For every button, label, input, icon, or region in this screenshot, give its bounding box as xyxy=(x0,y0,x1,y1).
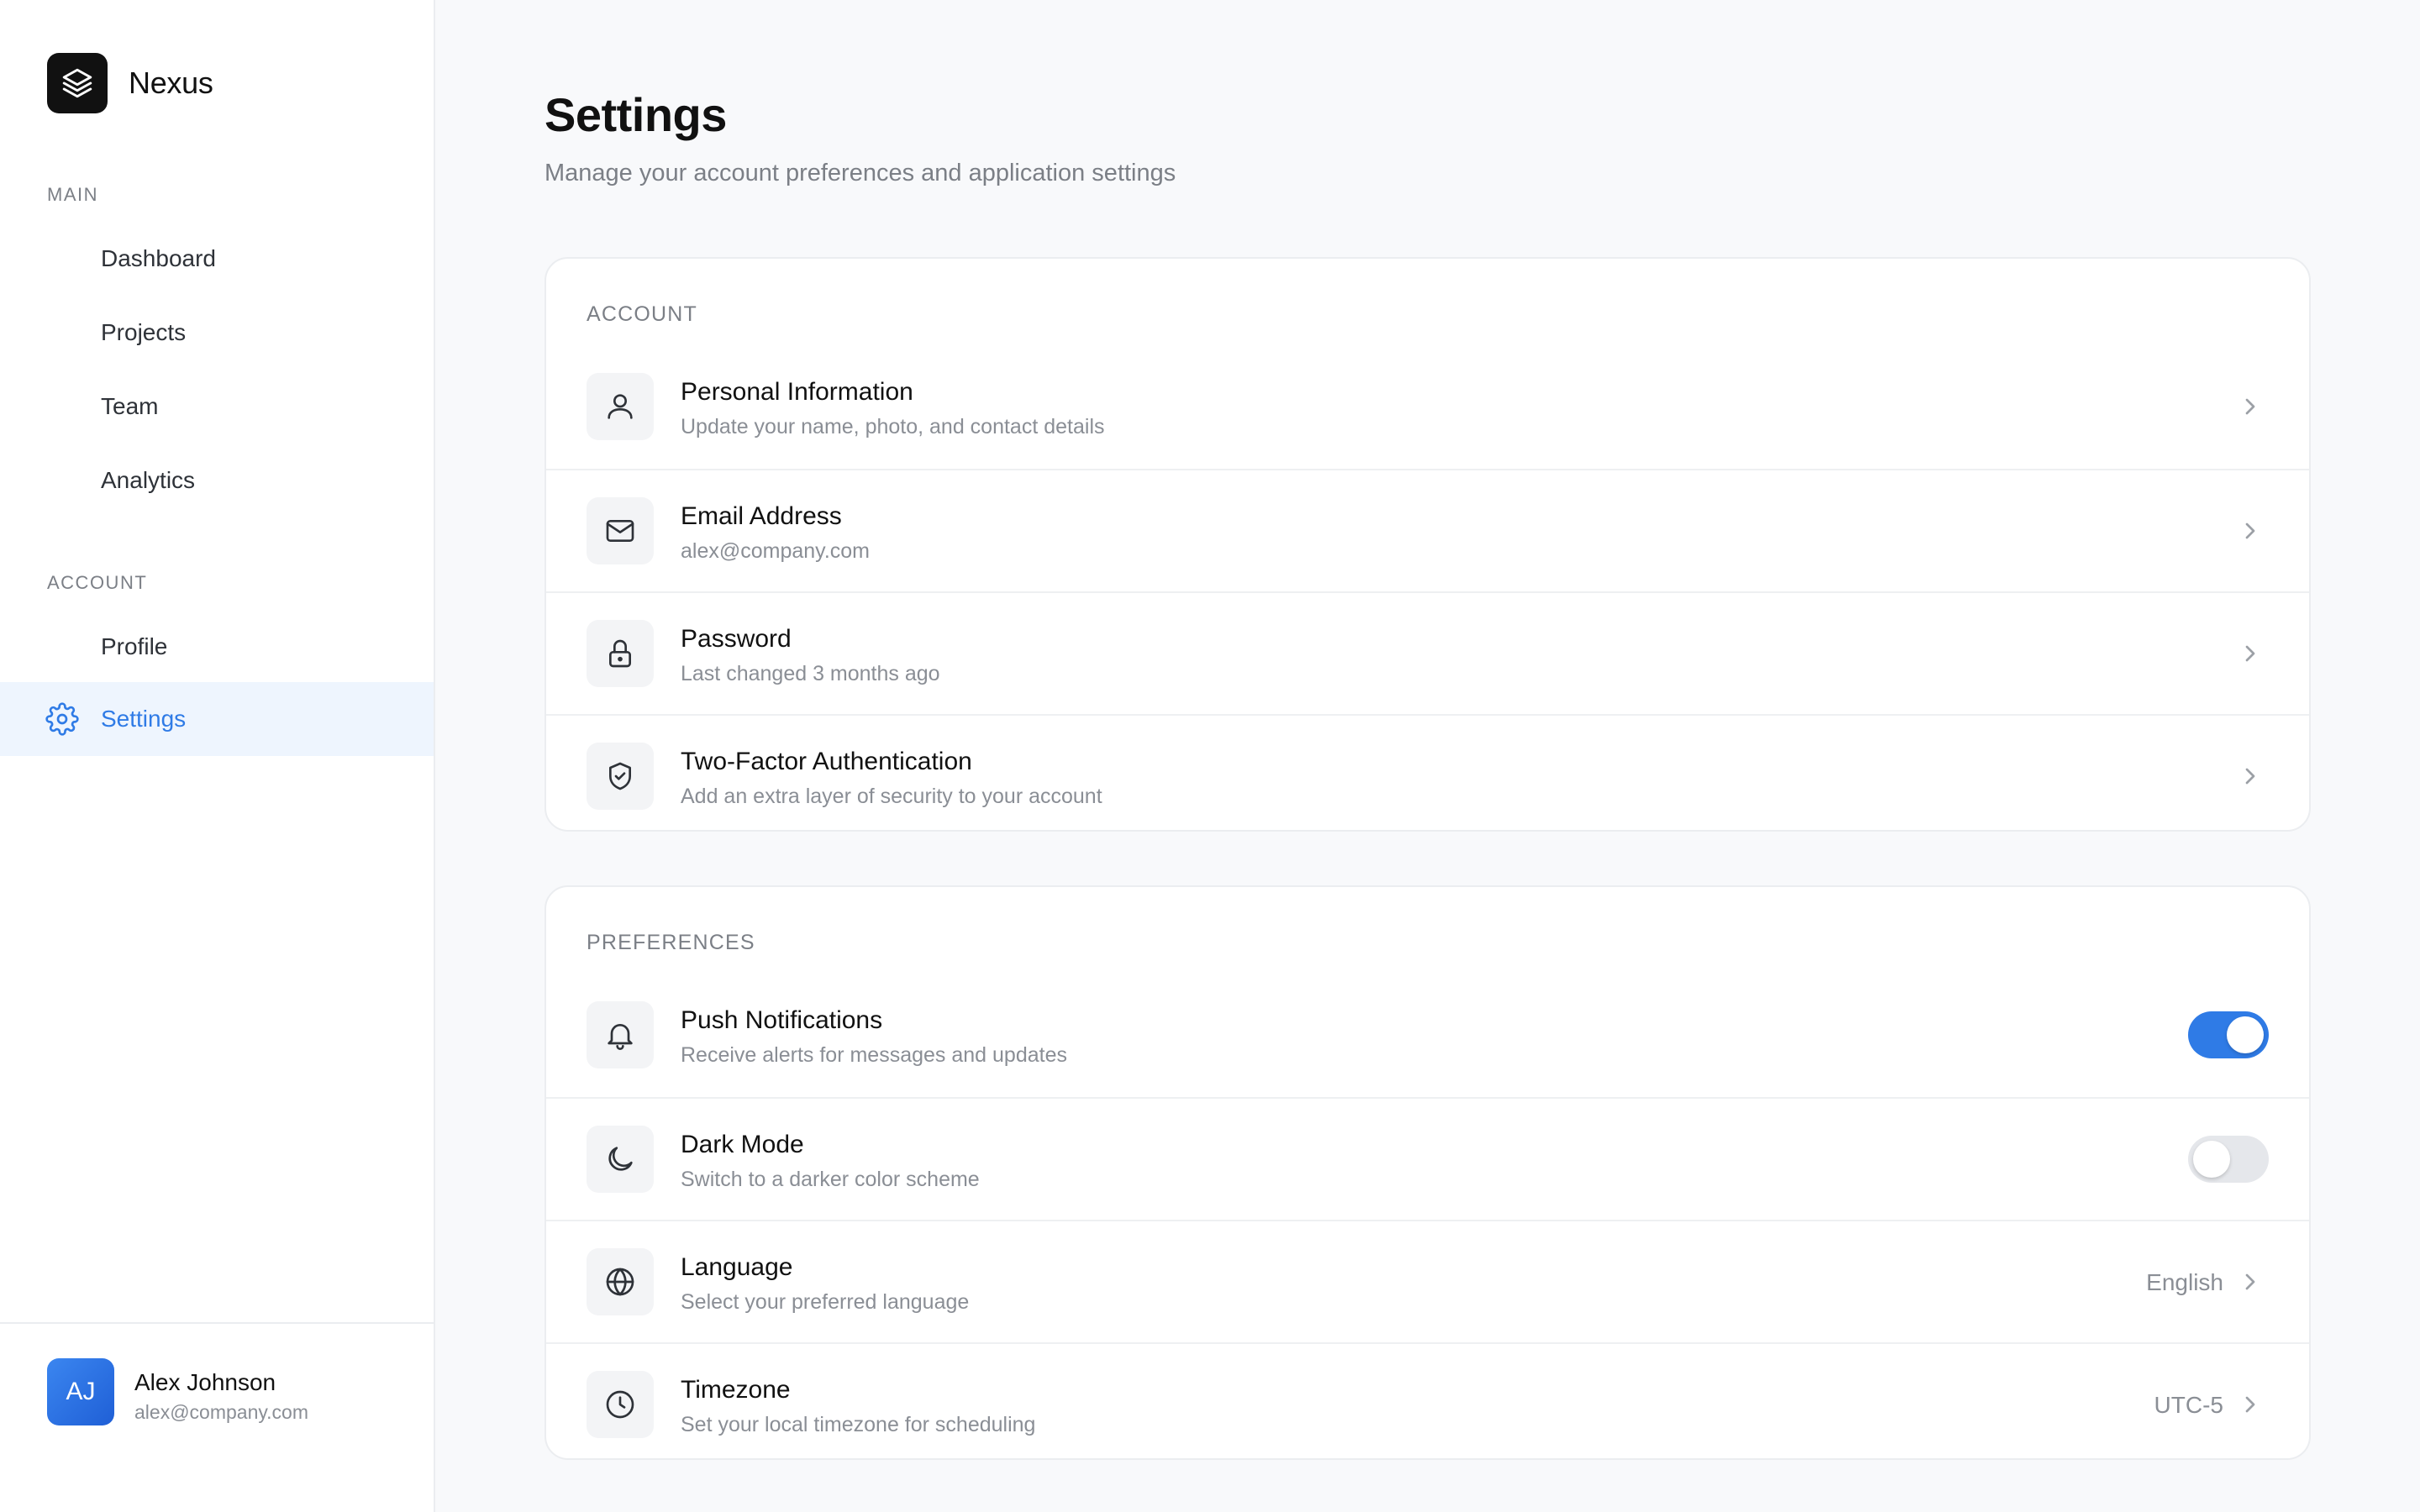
main-content: Settings Manage your account preferences… xyxy=(435,0,2420,1512)
sidebar-item-label: Settings xyxy=(101,706,187,732)
sidebar-item-label: Team xyxy=(101,393,159,419)
card-section-label: ACCOUNT xyxy=(587,302,698,326)
password-row[interactable]: Password Last changed 3 months ago xyxy=(546,591,2309,714)
row-description: Receive alerts for messages and updates xyxy=(681,1043,1067,1067)
chevron-right-icon xyxy=(2245,768,2255,785)
row-description: Switch to a darker color scheme xyxy=(681,1168,980,1191)
sidebar-item-settings[interactable]: Settings xyxy=(0,682,434,756)
bell-icon xyxy=(587,1001,654,1068)
row-title: Push Notifications xyxy=(681,1006,883,1034)
sidebar-item-projects[interactable]: Projects xyxy=(0,296,434,370)
globe-icon xyxy=(587,1248,654,1315)
push-notifications-toggle[interactable] xyxy=(2188,1011,2269,1058)
two-factor-authentication-row[interactable]: Two-Factor Authentication Add an extra l… xyxy=(546,714,2309,830)
row-title: Dark Mode xyxy=(681,1131,804,1158)
row-title: Email Address xyxy=(681,502,842,530)
user-email: alex@company.com xyxy=(134,1401,308,1423)
email-address-row[interactable]: Email Address alex@company.com xyxy=(546,469,2309,591)
lock-icon xyxy=(587,620,654,687)
row-title: Personal Information xyxy=(681,378,913,406)
sidebar-item-analytics[interactable]: Analytics xyxy=(0,444,434,517)
brand-name: Nexus xyxy=(129,66,213,100)
row-description: alex@company.com xyxy=(681,539,870,563)
sidebar-item-label: Projects xyxy=(101,319,187,345)
row-title: Timezone xyxy=(681,1376,791,1404)
user-name: Alex Johnson xyxy=(134,1369,276,1395)
nav-section-account-label: ACCOUNT xyxy=(47,572,148,593)
sidebar-item-label: Dashboard xyxy=(101,245,216,271)
chevron-right-icon xyxy=(2245,1396,2255,1413)
row-description: Update your name, photo, and contact det… xyxy=(681,415,1105,438)
mail-icon xyxy=(587,497,654,564)
sidebar-item-label: Analytics xyxy=(101,467,196,493)
row-title: Two-Factor Authentication xyxy=(681,748,972,775)
layers-logo-icon xyxy=(47,53,108,113)
sidebar-item-team[interactable]: Team xyxy=(0,370,434,444)
preferences-card: PREFERENCES Push Notifications Receive a… xyxy=(544,885,2311,1460)
dark-mode-row: Dark Mode Switch to a darker color schem… xyxy=(546,1097,2309,1220)
sidebar-item-dashboard[interactable]: Dashboard xyxy=(0,222,434,296)
account-settings-card: ACCOUNT Personal Information Update your… xyxy=(544,257,2311,832)
sidebar: Nexus MAIN Dashboard Projects Team Analy… xyxy=(0,0,435,1512)
row-title: Language xyxy=(681,1253,793,1281)
chevron-right-icon xyxy=(2245,522,2255,539)
page-subtitle: Manage your account preferences and appl… xyxy=(544,160,1176,186)
sidebar-item-label: Profile xyxy=(101,633,168,659)
row-description: Last changed 3 months ago xyxy=(681,662,940,685)
push-notifications-row: Push Notifications Receive alerts for me… xyxy=(546,974,2309,1097)
moon-icon xyxy=(587,1126,654,1193)
toggle-knob xyxy=(2227,1016,2264,1053)
row-description: Set your local timezone for scheduling xyxy=(681,1413,1036,1436)
gear-icon xyxy=(45,702,79,736)
clock-icon xyxy=(587,1371,654,1438)
avatar: AJ xyxy=(47,1358,114,1425)
sidebar-item-profile[interactable]: Profile xyxy=(0,610,434,684)
brand[interactable]: Nexus xyxy=(47,53,213,113)
shield-check-icon xyxy=(587,743,654,810)
dark-mode-toggle[interactable] xyxy=(2188,1136,2269,1183)
row-description: Add an extra layer of security to your a… xyxy=(681,785,1102,808)
card-section-label: PREFERENCES xyxy=(587,931,755,954)
row-description: Select your preferred language xyxy=(681,1290,970,1314)
timezone-value: UTC-5 xyxy=(2154,1392,2223,1418)
user-profile-block[interactable]: AJ Alex Johnson alex@company.com xyxy=(0,1322,434,1512)
personal-information-row[interactable]: Personal Information Update your name, p… xyxy=(546,346,2309,469)
toggle-knob xyxy=(2193,1141,2230,1178)
app-root: Nexus MAIN Dashboard Projects Team Analy… xyxy=(0,0,2420,1512)
chevron-right-icon xyxy=(2245,398,2255,415)
timezone-row[interactable]: Timezone Set your local timezone for sch… xyxy=(546,1342,2309,1458)
page-title: Settings xyxy=(544,88,727,141)
user-icon xyxy=(587,373,654,440)
chevron-right-icon xyxy=(2245,645,2255,662)
chevron-right-icon xyxy=(2245,1273,2255,1290)
language-value: English xyxy=(2146,1269,2223,1295)
row-title: Password xyxy=(681,625,792,653)
nav-section-main-label: MAIN xyxy=(47,184,98,205)
language-row[interactable]: Language Select your preferred language … xyxy=(546,1220,2309,1342)
